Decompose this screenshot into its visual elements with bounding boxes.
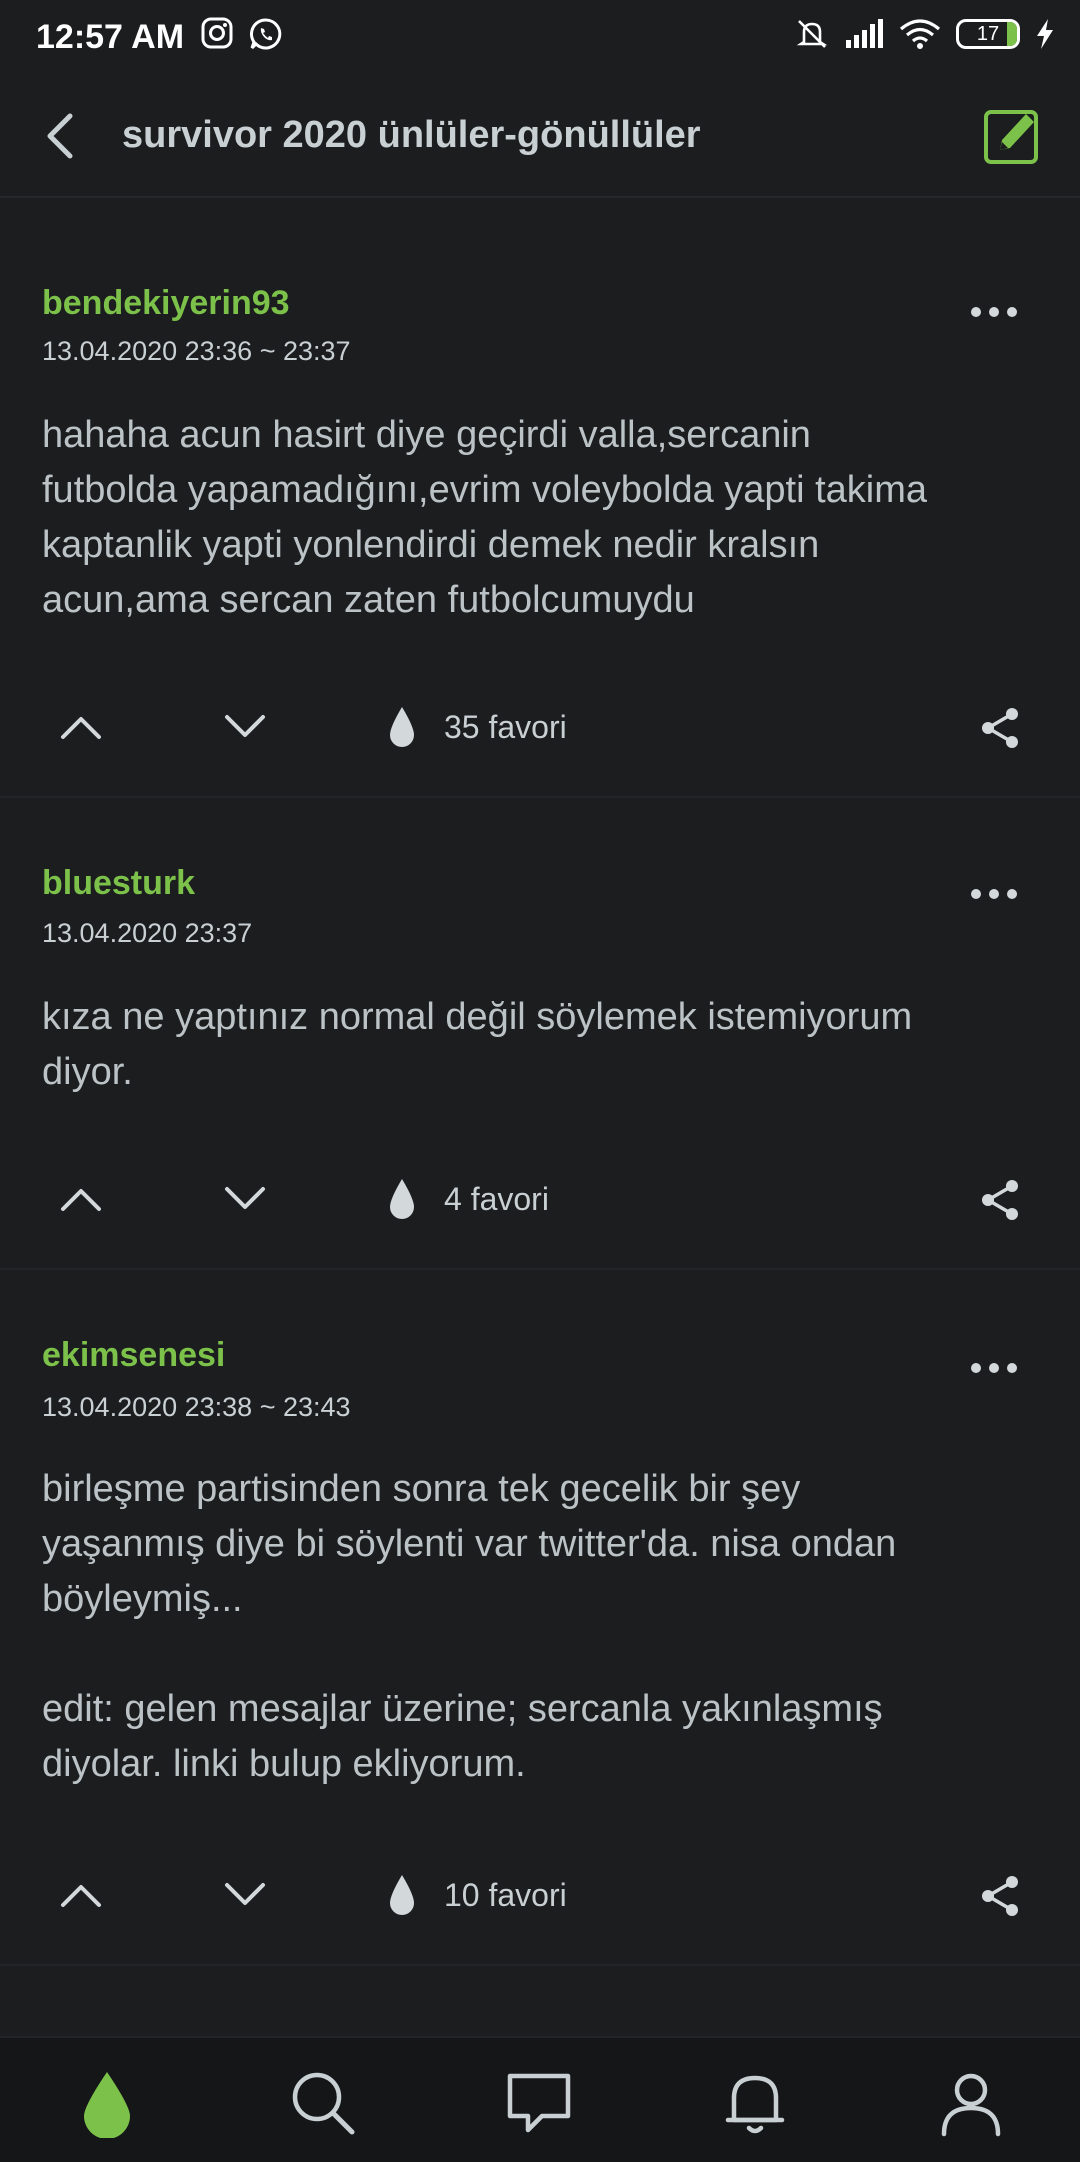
- more-options-icon[interactable]: [970, 884, 1018, 904]
- entry-actions: 4 favori: [0, 1158, 1080, 1238]
- status-right-icons: 17: [794, 16, 1056, 52]
- upvote-icon[interactable]: [58, 1176, 104, 1222]
- whatsapp-icon: [250, 18, 282, 50]
- instagram-icon: [201, 17, 233, 49]
- entry-author[interactable]: bendekiyerin93: [42, 284, 290, 323]
- entry-item: bendekiyerin93 13.04.2020 23:36 ~ 23:37 …: [0, 200, 1080, 798]
- entry-actions: 35 favori: [0, 686, 1080, 766]
- favorite-button[interactable]: 35 favori: [386, 704, 567, 750]
- status-left-icons: [200, 16, 284, 52]
- charging-icon: [1037, 19, 1053, 49]
- bottom-navigation: [0, 2036, 1080, 2162]
- battery-level: 17: [976, 22, 1000, 45]
- entry-date[interactable]: 13.04.2020 23:36 ~ 23:37: [42, 336, 351, 367]
- favorite-button[interactable]: 10 favori: [386, 1872, 567, 1918]
- drop-icon: [390, 707, 414, 747]
- downvote-icon[interactable]: [222, 1176, 268, 1222]
- wifi-icon: [899, 19, 941, 49]
- entry-actions: 10 favori: [0, 1854, 1080, 1934]
- entry-body: hahaha acun hasirt diye geçirdi valla,se…: [42, 414, 928, 621]
- entry-author[interactable]: ekimsenesi: [42, 1336, 225, 1375]
- drop-icon[interactable]: [72, 2068, 142, 2138]
- status-time: 12:57 AM: [36, 18, 185, 56]
- entry-body: birleşme partisinden sonra tek gecelik b…: [42, 1468, 897, 1785]
- favorite-count: 4 favori: [444, 1180, 549, 1217]
- more-options-icon[interactable]: [970, 302, 1018, 322]
- favorite-button[interactable]: 4 favori: [386, 1176, 549, 1222]
- share-icon[interactable]: [976, 1176, 1024, 1224]
- favorite-count: 10 favori: [444, 1876, 567, 1913]
- more-options-icon[interactable]: [970, 1358, 1018, 1378]
- share-icon[interactable]: [976, 1872, 1024, 1920]
- compose-entry-button[interactable]: [982, 106, 1042, 166]
- signal-icon: [846, 19, 883, 48]
- battery-icon: 17: [956, 19, 1020, 49]
- entry-date[interactable]: 13.04.2020 23:38 ~ 23:43: [42, 1392, 351, 1423]
- profile-icon[interactable]: [936, 2068, 1006, 2138]
- battery-fill: [1007, 22, 1017, 46]
- favorite-count: 35 favori: [444, 708, 567, 745]
- entry-item: bluesturk 13.04.2020 23:37 kıza ne yaptı…: [0, 798, 1080, 1270]
- topic-header: survivor 2020 ünlüler-gönüllüler: [0, 78, 1080, 198]
- search-icon[interactable]: [288, 2068, 358, 2138]
- entry-body: kıza ne yaptınız normal değil söylemek i…: [42, 996, 913, 1093]
- drop-icon: [390, 1875, 414, 1915]
- entry-item: ekimsenesi 13.04.2020 23:38 ~ 23:43 birl…: [0, 1270, 1080, 1966]
- downvote-icon[interactable]: [222, 704, 268, 750]
- back-button[interactable]: [36, 108, 86, 164]
- notifications-icon[interactable]: [720, 2068, 790, 2138]
- entry-date[interactable]: 13.04.2020 23:37: [42, 918, 252, 949]
- messages-icon[interactable]: [504, 2068, 574, 2138]
- entry-author[interactable]: bluesturk: [42, 864, 195, 903]
- status-bar: 12:57 AM 17: [0, 0, 1080, 78]
- downvote-icon[interactable]: [222, 1872, 268, 1918]
- drop-icon: [390, 1179, 414, 1219]
- upvote-icon[interactable]: [58, 1872, 104, 1918]
- mute-icon: [796, 20, 828, 48]
- share-icon[interactable]: [976, 704, 1024, 752]
- upvote-icon[interactable]: [58, 704, 104, 750]
- topic-title[interactable]: survivor 2020 ünlüler-gönüllüler: [122, 114, 701, 157]
